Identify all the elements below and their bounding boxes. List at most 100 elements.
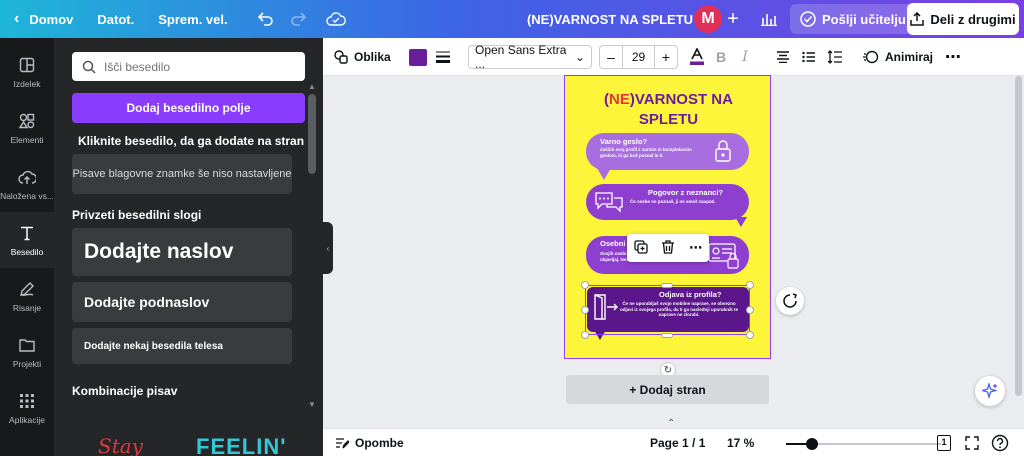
- rail-item-elements[interactable]: Elementi: [0, 100, 54, 156]
- send-to-teacher-button[interactable]: Pošlji učitelju: [790, 4, 916, 34]
- notes-icon: [336, 438, 349, 449]
- file-menu[interactable]: Datot.: [85, 0, 146, 38]
- share-button[interactable]: Deli z drugimi: [907, 3, 1019, 35]
- text-color-button[interactable]: [685, 46, 709, 68]
- add-page-button[interactable]: + Dodaj stran: [566, 375, 769, 404]
- bubble-tail: [735, 217, 747, 227]
- line-weight-button[interactable]: [435, 38, 451, 76]
- scroll-up-icon[interactable]: ▲: [307, 82, 317, 92]
- help-button[interactable]: [991, 429, 1009, 456]
- zoom-slider[interactable]: [786, 438, 941, 450]
- resize-handle-top-left[interactable]: [581, 281, 589, 289]
- scroll-thumb[interactable]: [308, 94, 316, 174]
- add-heading-button[interactable]: Dodajte naslov: [72, 228, 292, 276]
- add-collaborator-button[interactable]: +: [722, 5, 744, 33]
- canvas-scrollbar[interactable]: [1013, 76, 1024, 428]
- color-swatch[interactable]: [409, 49, 427, 66]
- resize-handle-top-right[interactable]: [746, 281, 754, 289]
- selection-box[interactable]: [585, 285, 750, 335]
- avatar[interactable]: M: [694, 5, 722, 33]
- spacing-button[interactable]: [823, 46, 847, 68]
- pages-icon: 1: [937, 435, 951, 451]
- resize-handle-bottom-right[interactable]: [746, 331, 754, 339]
- page-count-button[interactable]: 1: [937, 429, 951, 456]
- rail-item-uploads[interactable]: Naložena vs...: [0, 156, 54, 212]
- speech-bubble-password[interactable]: Varno geslo? Zaščiti svoj profil z varni…: [586, 133, 749, 170]
- italic-button[interactable]: I: [733, 46, 757, 68]
- rail-item-apps[interactable]: Aplikacije: [0, 380, 54, 436]
- rail-item-text[interactable]: Besedilo: [0, 212, 54, 268]
- resize-handle-left[interactable]: [581, 306, 589, 314]
- undo-button[interactable]: [250, 0, 282, 38]
- send-to-teacher-label: Pošlji učitelju: [822, 11, 906, 27]
- align-center-icon: [777, 51, 789, 63]
- font-combo-sample-feelin[interactable]: FEELIN': [196, 434, 286, 456]
- align-button[interactable]: [771, 46, 795, 68]
- add-textbox-button[interactable]: Dodaj besedilno polje: [72, 93, 305, 123]
- bold-button[interactable]: B: [709, 46, 733, 68]
- add-body-text-button[interactable]: Dodajte nekaj besedila telesa: [72, 328, 292, 364]
- increase-size-button[interactable]: +: [655, 49, 677, 65]
- redo-icon: [290, 12, 306, 26]
- resize-handle-right[interactable]: [746, 306, 754, 314]
- chevron-down-icon: ⌄: [574, 50, 585, 64]
- resize-handle-top[interactable]: [661, 283, 673, 288]
- add-text-hint: Kliknite besedilo, da ga dodate na stran: [78, 134, 305, 148]
- comment-button[interactable]: [776, 287, 804, 315]
- font-size-value[interactable]: 29: [622, 46, 655, 68]
- bubble-text: Zaščiti svoj profil z varnim in kompleks…: [600, 147, 692, 158]
- brand-fonts-notice[interactable]: Pisave blagovne znamke še niso nastavlje…: [72, 154, 292, 194]
- zoom-value[interactable]: 17 %: [727, 429, 754, 456]
- poster-title[interactable]: (NE)VARNOST NA SPLETU: [565, 90, 772, 130]
- list-button[interactable]: [797, 46, 821, 68]
- rail-item-draw[interactable]: Risanje: [0, 268, 54, 324]
- comment-refresh-icon: [783, 293, 797, 308]
- bubble-text: Če osebe ne poznaš, ji ne smeš zaupati.: [630, 199, 716, 204]
- resize-handle-bottom-left[interactable]: [581, 331, 589, 339]
- insights-button[interactable]: [754, 4, 784, 34]
- page-indicator[interactable]: Page 1 / 1: [650, 429, 705, 456]
- title-ne: NE: [609, 91, 630, 108]
- animate-button[interactable]: Animiraj: [863, 38, 933, 76]
- panel-scrollbar[interactable]: ▲ ▼: [307, 82, 317, 412]
- font-family-select[interactable]: Open Sans Extra ... ⌄: [468, 43, 592, 71]
- id-card-lock-icon: [708, 243, 739, 269]
- delete-button[interactable]: [661, 239, 675, 257]
- resize-handle-bottom[interactable]: [661, 333, 673, 338]
- magic-assistant-button[interactable]: [975, 376, 1005, 406]
- redo-button[interactable]: [282, 0, 314, 38]
- search-box[interactable]: [72, 52, 305, 81]
- shape-label: Oblika: [354, 50, 391, 64]
- spacing-icon: [828, 50, 842, 64]
- add-subheading-button[interactable]: Dodajte podnaslov: [72, 282, 292, 322]
- collapse-panel-button[interactable]: ‹: [323, 222, 333, 274]
- more-options-button[interactable]: ⋯: [945, 38, 961, 76]
- decrease-size-button[interactable]: –: [600, 49, 622, 65]
- duplicate-icon: [634, 239, 648, 254]
- rail-item-design[interactable]: Izdelek: [0, 44, 54, 100]
- fullscreen-button[interactable]: [965, 429, 979, 456]
- check-circle-icon: [800, 11, 816, 27]
- home-button[interactable]: ‹ Domov: [0, 0, 85, 38]
- more-actions-button[interactable]: ⋯: [689, 240, 702, 256]
- canvas-scroll-thumb[interactable]: [1015, 76, 1022, 396]
- fullscreen-icon: [965, 436, 979, 450]
- rail-item-label: Izdelek: [13, 79, 41, 89]
- notes-button[interactable]: Opombe: [335, 429, 404, 456]
- rail-item-label: Projekti: [12, 359, 42, 369]
- document-title[interactable]: (NE)VARNOST NA SPLETU: [520, 0, 700, 38]
- resize-menu[interactable]: Sprem. vel.: [146, 0, 239, 38]
- trash-icon: [662, 239, 675, 254]
- shape-button[interactable]: Oblika: [334, 38, 391, 76]
- search-input[interactable]: [104, 59, 284, 74]
- font-combo-sample-stay[interactable]: Stay: [98, 434, 143, 456]
- duplicate-button[interactable]: [634, 239, 648, 257]
- font-size-stepper[interactable]: – 29 +: [599, 45, 678, 69]
- speech-bubble-strangers[interactable]: Pogovor z neznanci? Če osebe ne poznaš, …: [586, 184, 749, 220]
- zoom-slider-knob[interactable]: [806, 438, 818, 450]
- text-icon: [19, 223, 35, 243]
- cloud-save-button[interactable]: [320, 0, 352, 38]
- scroll-down-icon[interactable]: ▼: [307, 400, 317, 410]
- rail-item-projects[interactable]: Projekti: [0, 324, 54, 380]
- bubble-title: Varno geslo?: [600, 137, 648, 146]
